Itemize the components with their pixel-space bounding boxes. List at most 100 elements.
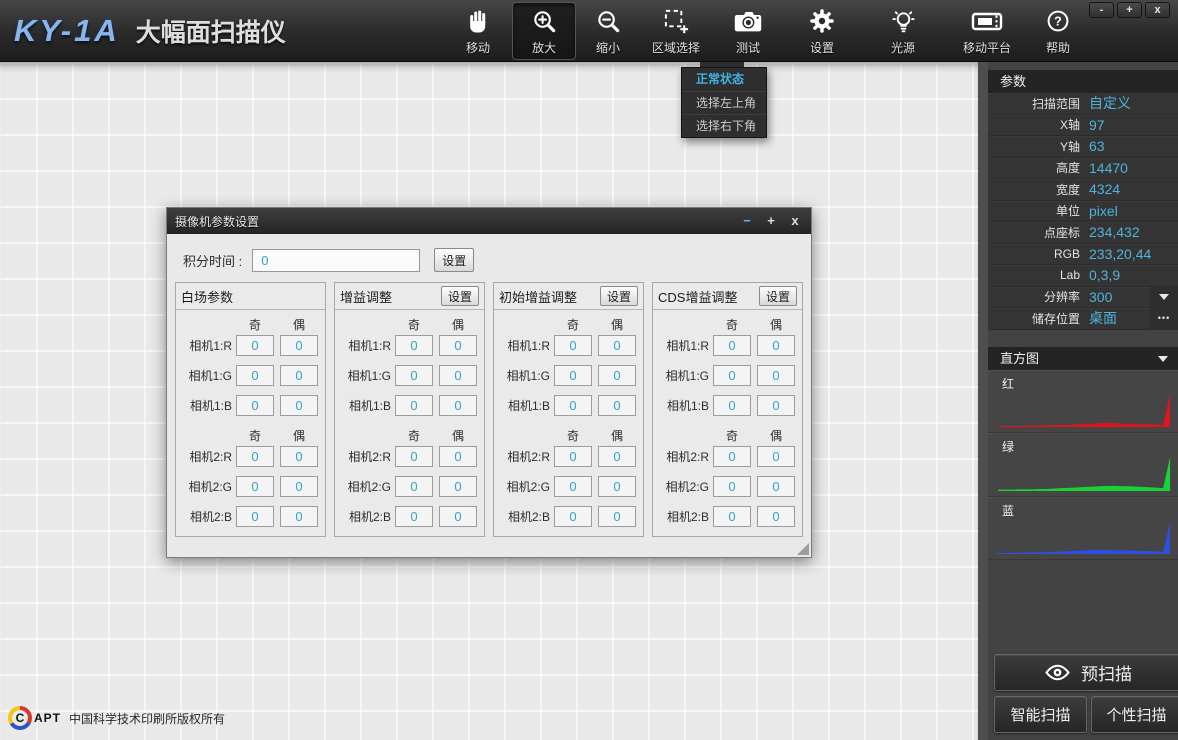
toolbar-button-area-select[interactable]: 区域选择 — [640, 2, 712, 60]
odd-value-input[interactable]: 0 — [236, 446, 274, 467]
even-value-input[interactable]: 0 — [757, 446, 795, 467]
odd-value-input[interactable]: 0 — [395, 365, 433, 386]
toolbar-button-platform[interactable]: 移动平台 — [946, 2, 1028, 60]
odd-value-input[interactable]: 0 — [395, 335, 433, 356]
odd-value-input[interactable]: 0 — [713, 395, 751, 416]
prescan-button[interactable]: 预扫描 — [994, 654, 1178, 691]
camera-channel-label: 相机2:G — [188, 480, 232, 494]
even-value-input[interactable]: 0 — [280, 476, 318, 497]
odd-value-input[interactable]: 0 — [395, 395, 433, 416]
odd-column-header: 奇 — [407, 429, 420, 443]
camera-channel-label: 相机1:R — [666, 339, 709, 353]
even-value-input[interactable]: 0 — [280, 506, 318, 527]
toolbar-button-zoom-in[interactable]: 放大 — [512, 2, 576, 60]
even-value-input[interactable]: 0 — [280, 446, 318, 467]
even-value-input[interactable]: 0 — [598, 365, 636, 386]
odd-value-input[interactable]: 0 — [554, 335, 592, 356]
odd-value-input[interactable]: 0 — [554, 365, 592, 386]
gear-icon — [809, 6, 835, 36]
even-value-input[interactable]: 0 — [439, 395, 477, 416]
svg-text:?: ? — [1054, 14, 1062, 28]
parameter-label: Lab — [1059, 268, 1080, 283]
even-value-input[interactable]: 0 — [757, 506, 795, 527]
odd-value-input[interactable]: 0 — [236, 476, 274, 497]
odd-value-input[interactable]: 0 — [395, 506, 433, 527]
group-set-button[interactable]: 设置 — [441, 286, 479, 306]
toolbar-button-help[interactable]: ? 帮助 — [1028, 2, 1088, 60]
even-value-input[interactable]: 0 — [280, 395, 318, 416]
odd-value-input[interactable]: 0 — [713, 506, 751, 527]
toolbar-button-test[interactable]: 测试 — [712, 2, 784, 60]
parameter-value: pixel — [1089, 202, 1118, 219]
camera-value-row: 相机1:B 0 0 — [341, 395, 478, 416]
even-value-input[interactable]: 0 — [439, 446, 477, 467]
toolbar-button-light[interactable]: 光源 — [860, 2, 946, 60]
even-value-input[interactable]: 0 — [280, 335, 318, 356]
integration-set-button[interactable]: 设置 — [434, 248, 475, 272]
odd-value-input[interactable]: 0 — [236, 365, 274, 386]
even-value-input[interactable]: 0 — [598, 446, 636, 467]
parameter-value: 自定义 — [1089, 95, 1131, 112]
dialog-body: 积分时间 : 设置 白场参数 奇 偶 相机1:R 0 0 相机1:G 0 0 相… — [167, 234, 811, 557]
dialog-titlebar[interactable]: 摄像机参数设置 − + x — [167, 208, 811, 234]
smart-scan-button[interactable]: 智能扫描 — [994, 696, 1087, 733]
group-set-button[interactable]: 设置 — [600, 286, 638, 306]
odd-value-input[interactable]: 0 — [395, 446, 433, 467]
dialog-minimize-button[interactable]: − — [739, 213, 755, 229]
odd-value-input[interactable]: 0 — [236, 506, 274, 527]
toolbar-button-move[interactable]: 移动 — [444, 2, 512, 60]
menu-item-select-bottom-right[interactable]: 选择右下角 — [682, 114, 766, 137]
histogram-header[interactable]: 直方图 — [988, 347, 1178, 370]
toolbar-button-settings[interactable]: 设置 — [784, 2, 860, 60]
storage-browse-button[interactable]: ••• — [1150, 308, 1178, 329]
odd-value-input[interactable]: 0 — [713, 476, 751, 497]
group-title: 增益调整 — [340, 289, 393, 305]
toolbar-button-zoom-out[interactable]: 缩小 — [576, 2, 640, 60]
even-value-input[interactable]: 0 — [757, 476, 795, 497]
camera-block: 奇 偶 相机2:R 0 0 相机2:G 0 0 相机2:B 0 0 — [500, 425, 637, 527]
odd-column-header: 奇 — [248, 429, 261, 443]
custom-scan-button[interactable]: 个性扫描 — [1091, 696, 1178, 733]
odd-value-input[interactable]: 0 — [554, 395, 592, 416]
window-maximize-button[interactable]: + — [1117, 2, 1142, 18]
histogram-plot — [997, 522, 1171, 554]
odd-value-input[interactable]: 0 — [554, 446, 592, 467]
even-value-input[interactable]: 0 — [280, 365, 318, 386]
even-value-input[interactable]: 0 — [757, 365, 795, 386]
camera-value-row: 相机2:B 0 0 — [500, 506, 637, 527]
even-value-input[interactable]: 0 — [439, 335, 477, 356]
resolution-dropdown-button[interactable] — [1150, 286, 1178, 307]
odd-value-input[interactable]: 0 — [713, 365, 751, 386]
even-value-input[interactable]: 0 — [598, 476, 636, 497]
group-set-button[interactable]: 设置 — [759, 286, 797, 306]
camera-value-row: 相机1:G 0 0 — [182, 365, 319, 386]
resize-grip[interactable] — [797, 543, 809, 555]
even-value-input[interactable]: 0 — [757, 335, 795, 356]
even-value-input[interactable]: 0 — [598, 335, 636, 356]
menu-item-select-top-left[interactable]: 选择左上角 — [682, 91, 766, 114]
odd-value-input[interactable]: 0 — [554, 476, 592, 497]
dialog-close-button[interactable]: x — [787, 213, 803, 229]
even-value-input[interactable]: 0 — [439, 506, 477, 527]
even-value-input[interactable]: 0 — [439, 365, 477, 386]
window-minimize-button[interactable]: - — [1089, 2, 1114, 18]
parameter-row: Lab 0,3,9 — [988, 265, 1178, 287]
even-value-input[interactable]: 0 — [598, 506, 636, 527]
even-column-header: 偶 — [610, 318, 623, 332]
odd-value-input[interactable]: 0 — [713, 335, 751, 356]
even-value-input[interactable]: 0 — [757, 395, 795, 416]
even-value-input[interactable]: 0 — [598, 395, 636, 416]
even-value-input[interactable]: 0 — [439, 476, 477, 497]
integration-time-input[interactable] — [252, 248, 421, 272]
dialog-maximize-button[interactable]: + — [763, 213, 779, 229]
odd-value-input[interactable]: 0 — [713, 446, 751, 467]
odd-value-input[interactable]: 0 — [236, 395, 274, 416]
camera-value-row: 相机2:R 0 0 — [182, 446, 319, 467]
odd-value-input[interactable]: 0 — [395, 476, 433, 497]
parameter-label: 高度 — [1055, 161, 1080, 176]
window-close-button[interactable]: x — [1145, 2, 1170, 18]
camera-channel-label: 相机1:G — [506, 369, 550, 383]
menu-item-normal-state[interactable]: 正常状态 — [682, 68, 766, 91]
odd-value-input[interactable]: 0 — [236, 335, 274, 356]
odd-value-input[interactable]: 0 — [554, 506, 592, 527]
